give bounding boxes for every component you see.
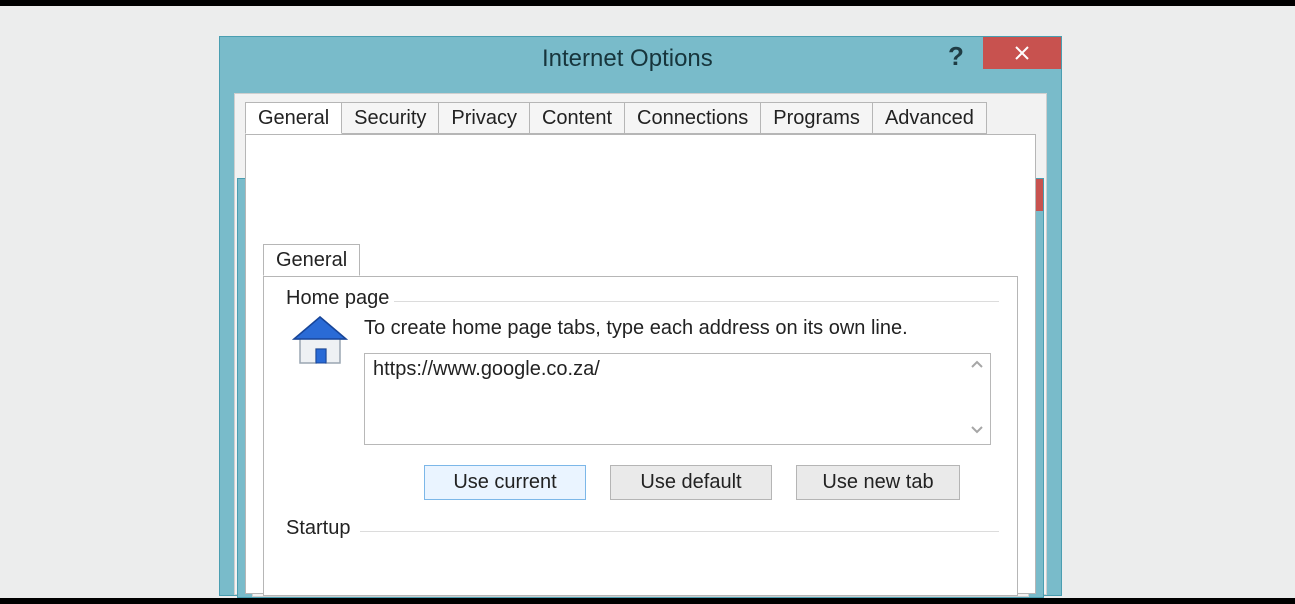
back-window-title: Internet Options	[542, 45, 713, 73]
scroll-down-button[interactable]	[966, 420, 988, 442]
decoration-top-bar	[0, 0, 1295, 6]
help-button[interactable]: ?	[941, 41, 971, 71]
tab-general[interactable]: General	[263, 244, 360, 276]
decoration-bottom-bar	[0, 598, 1295, 604]
use-default-button[interactable]: Use default	[610, 465, 772, 500]
home-icon	[290, 315, 350, 367]
front-tab-panel: Home page To create home page tabs, type…	[263, 276, 1018, 596]
back-titlebar[interactable]: Internet Options ?	[220, 37, 1061, 83]
startup-group-line	[360, 531, 999, 532]
tab-content[interactable]: Content	[529, 102, 625, 134]
back-tabrow: General Security Privacy Content Connect…	[245, 102, 1036, 136]
chevron-up-icon	[971, 359, 983, 371]
front-client-area: General Content Connections Programs Adv…	[252, 235, 1029, 597]
tab-programs[interactable]: Programs	[760, 102, 873, 134]
tab-connections[interactable]: Connections	[624, 102, 761, 134]
startup-group-label: Startup	[282, 517, 354, 540]
scroll-up-button[interactable]	[966, 356, 988, 378]
tab-privacy[interactable]: Privacy	[438, 102, 530, 134]
close-button[interactable]	[983, 37, 1061, 69]
homepage-address-input[interactable]: https://www.google.co.za/	[364, 353, 991, 445]
chevron-down-icon	[971, 423, 983, 435]
homepage-address-value: https://www.google.co.za/	[373, 358, 960, 381]
homepage-group-line	[394, 301, 999, 302]
homepage-hint: To create home page tabs, type each addr…	[364, 317, 908, 340]
close-icon	[1015, 46, 1029, 60]
tab-security[interactable]: Security	[341, 102, 439, 134]
use-new-tab-button[interactable]: Use new tab	[796, 465, 960, 500]
use-current-button[interactable]: Use current	[424, 465, 586, 500]
homepage-group-label: Home page	[282, 287, 393, 310]
tab-advanced[interactable]: Advanced	[872, 102, 987, 134]
tab-general[interactable]: General	[245, 102, 342, 134]
